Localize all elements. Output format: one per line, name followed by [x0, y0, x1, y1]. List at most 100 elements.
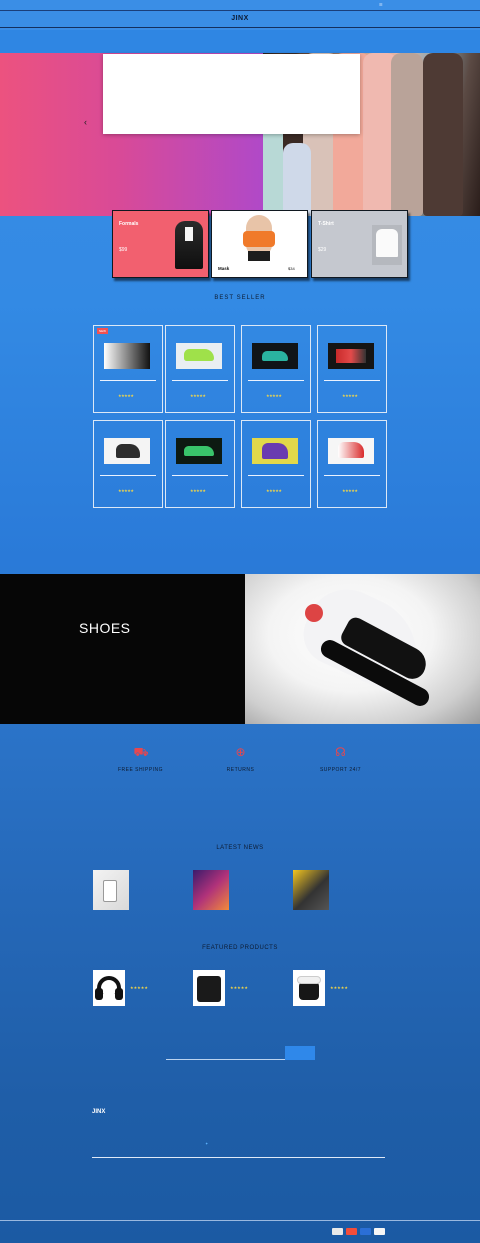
mega-menu — [103, 54, 360, 134]
rating-stars: ★★★★★ — [342, 393, 358, 398]
news-image — [93, 870, 129, 910]
product-card[interactable]: ★★★★★ — [165, 325, 235, 413]
paypal-icon — [374, 1228, 385, 1235]
dollar-icon: ⊕ — [235, 745, 246, 759]
product-price — [340, 400, 343, 404]
news-item[interactable] — [293, 868, 385, 912]
product-card[interactable]: NEW ★★★★★ — [93, 325, 163, 413]
footer-divider — [92, 1157, 385, 1158]
category-title: Formals — [119, 221, 139, 227]
footer-links-col — [193, 1168, 241, 1173]
mastercard-icon — [346, 1228, 357, 1235]
feature-support: ☊ SUPPORT 24/7 — [283, 745, 398, 779]
newsletter-email-input[interactable] — [166, 1046, 285, 1060]
payment-card-icon — [332, 1228, 343, 1235]
footer-col-2: ✦ — [193, 1109, 283, 1146]
divider — [248, 475, 304, 476]
main-nav — [0, 30, 480, 53]
rating-stars: ★★★★★ — [266, 488, 282, 493]
product-card[interactable]: ★★★★★ — [165, 420, 235, 508]
shirt-detail — [185, 227, 193, 241]
product-price — [264, 495, 267, 499]
rating-stars: ★★★★★ — [190, 393, 206, 398]
shoe-banner-image — [245, 574, 480, 724]
tshirt-image — [376, 229, 398, 257]
top-bar: ☰ — [0, 0, 480, 11]
best-seller-title: BEST SELLER — [214, 295, 266, 301]
best-seller-tabs — [170, 311, 310, 317]
featured-product[interactable]: ★★★★★ — [93, 970, 183, 1006]
shoe-banner-title: SHOES — [79, 620, 131, 636]
feature-free-shipping: ⛟ FREE SHIPPING — [83, 745, 198, 779]
news-item[interactable] — [93, 868, 185, 912]
footer-logo[interactable]: JINX — [92, 1109, 105, 1115]
visa-icon — [360, 1228, 371, 1235]
product-card[interactable]: ★★★★★ — [241, 325, 311, 413]
product-card[interactable]: ★★★★★ — [317, 325, 387, 413]
category-price: $99 — [119, 247, 128, 253]
feature-title: FREE SHIPPING — [117, 767, 164, 773]
product-price — [116, 400, 119, 404]
product-card[interactable]: ★★★★★ — [241, 420, 311, 508]
feature-returns: ⊕ RETURNS — [183, 745, 298, 779]
product-card[interactable]: ★★★★★ — [93, 420, 163, 508]
product-price — [188, 400, 191, 404]
rating-stars: ★★★★★ — [266, 393, 282, 398]
divider — [100, 380, 156, 381]
headphones-image — [93, 970, 125, 1006]
divider — [248, 380, 304, 381]
footer-bottom-bar — [0, 1220, 480, 1243]
divider — [324, 475, 380, 476]
mask-image — [243, 231, 275, 247]
category-title: Mask — [218, 266, 230, 271]
product-price — [188, 495, 191, 499]
twitter-icon[interactable]: ✦ — [205, 1141, 208, 1146]
news-image — [193, 870, 229, 910]
news-image — [293, 870, 329, 910]
footer-links-col — [293, 1168, 341, 1173]
rating-stars: ★★★★★ — [190, 488, 206, 493]
featured-product[interactable]: ★★★★★ — [293, 970, 383, 1006]
topbar-menu-icon[interactable]: ☰ — [379, 2, 383, 7]
support-icon: ☊ — [335, 745, 346, 759]
footer-links-col — [243, 1168, 291, 1173]
truck-icon: ⛟ — [133, 745, 149, 759]
shirt-image — [248, 251, 270, 261]
rating-stars: ★★★★★ — [118, 393, 134, 398]
divider — [172, 475, 228, 476]
product-price — [264, 400, 267, 404]
footer-links-col — [143, 1168, 191, 1173]
divider — [324, 380, 380, 381]
rating-stars: ★★★★★ — [230, 985, 248, 990]
rating-stars: ★★★★★ — [330, 985, 348, 990]
divider — [100, 475, 156, 476]
latest-news-title: LATEST NEWS — [216, 845, 264, 851]
category-card-formals[interactable]: Formals $99 — [112, 210, 209, 278]
featured-products-title: FEATURED PRODUCTS — [202, 945, 278, 951]
chevron-left-icon[interactable]: ‹ — [84, 117, 87, 127]
footer-links-col — [343, 1168, 391, 1173]
product-price — [116, 495, 119, 499]
rating-stars: ★★★★★ — [118, 488, 134, 493]
product-price — [340, 495, 343, 499]
rating-stars: ★★★★★ — [130, 985, 148, 990]
product-image-shoe — [104, 343, 150, 369]
news-item[interactable] — [193, 868, 285, 912]
footer-col-3 — [293, 1109, 383, 1115]
category-price: $34 — [288, 266, 295, 271]
footer-links-col — [93, 1168, 141, 1173]
category-price: $29 — [318, 247, 327, 253]
featured-product[interactable]: ★★★★★ — [193, 970, 283, 1006]
feature-title: SUPPORT 24/7 — [319, 767, 362, 773]
divider — [172, 380, 228, 381]
category-card-mask[interactable]: Mask $34 — [211, 210, 308, 278]
bag-image — [193, 970, 225, 1006]
header: JINX — [0, 12, 480, 28]
earbuds-image — [293, 970, 325, 1006]
site-logo[interactable]: JINX — [0, 15, 480, 22]
new-badge: NEW — [97, 328, 108, 334]
category-card-tshirt[interactable]: T-Shirt $29 — [311, 210, 408, 278]
newsletter-submit-button[interactable] — [285, 1046, 315, 1060]
product-card[interactable]: ★★★★★ — [317, 420, 387, 508]
category-title: T-Shirt — [318, 221, 334, 227]
